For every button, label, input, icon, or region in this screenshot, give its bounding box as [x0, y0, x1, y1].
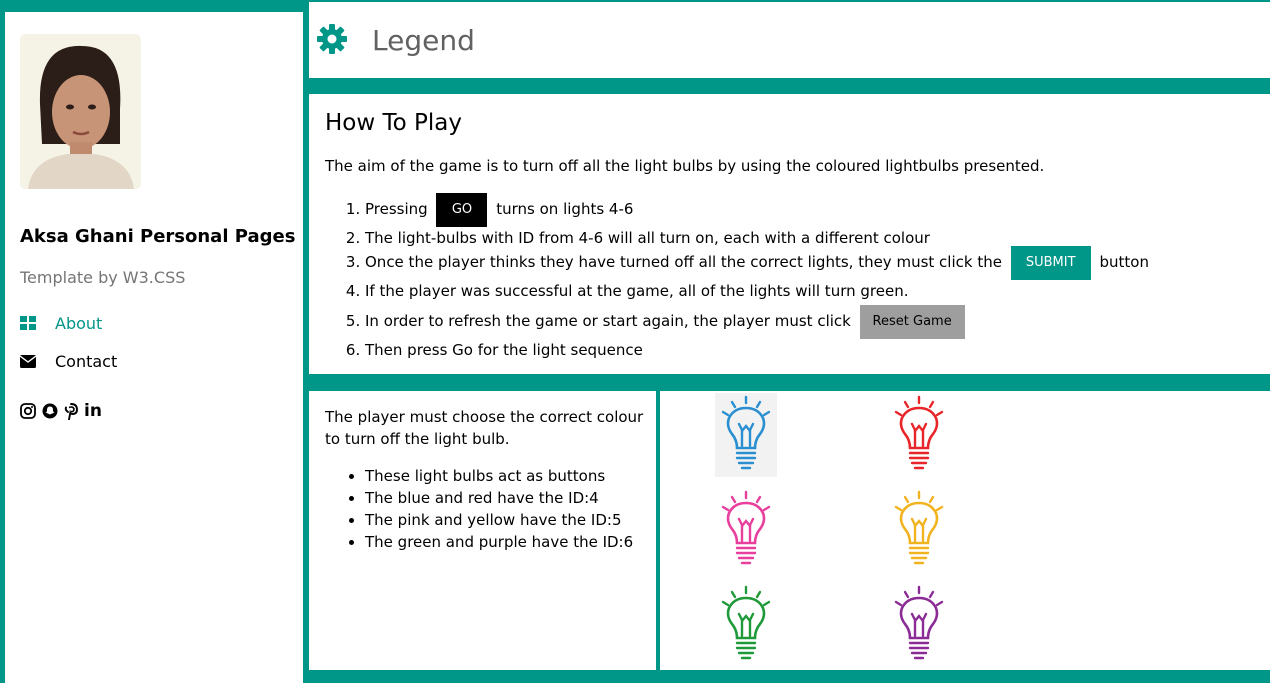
- light-bulb-panel: [660, 391, 1270, 670]
- how-to-play-panel: How To Play The aim of the game is to tu…: [309, 94, 1270, 374]
- gear-icon: [316, 23, 348, 55]
- snapchat-icon[interactable]: [42, 403, 58, 419]
- light-bulb-icon: [721, 395, 771, 470]
- nav-contact[interactable]: Contact: [20, 349, 117, 373]
- social-links: in: [20, 401, 102, 421]
- info-paragraph: The player must choose the correct colou…: [325, 408, 644, 448]
- nav-contact-label: Contact: [55, 351, 118, 371]
- reset-game-button[interactable]: Reset Game: [859, 304, 965, 339]
- step-text: button: [1099, 253, 1149, 271]
- list-item: The blue and red have the ID:4: [365, 487, 633, 509]
- instruction-step: Pressing GO turns on lights 4-6: [365, 192, 1265, 227]
- instruction-step: Then press Go for the light sequence: [365, 338, 1265, 362]
- pinterest-icon[interactable]: [64, 402, 78, 420]
- dashboard-icon: [20, 315, 40, 331]
- instruction-step: Once the player thinks they have turned …: [365, 245, 1265, 280]
- bulb-purple-button[interactable]: [888, 583, 950, 667]
- site-title: Aksa Ghani Personal Pages: [20, 226, 296, 247]
- page-title: Legend: [372, 24, 475, 57]
- light-bulb-icon: [894, 490, 944, 565]
- bulb-pink-button[interactable]: [715, 488, 777, 572]
- step-text: In order to refresh the game or start ag…: [365, 312, 851, 330]
- bulb-green-button[interactable]: [715, 583, 777, 667]
- instructions-list: Pressing GO turns on lights 4-6 The ligh…: [325, 192, 1265, 362]
- bulb-red-button[interactable]: [888, 393, 950, 477]
- linkedin-icon[interactable]: in: [84, 401, 102, 421]
- envelope-icon: [20, 353, 40, 369]
- light-bulb-icon: [894, 585, 944, 660]
- submit-button[interactable]: SUBMIT: [1010, 245, 1091, 280]
- step-text: Once the player thinks they have turned …: [365, 253, 1002, 271]
- bulb-blue-button[interactable]: [715, 393, 777, 477]
- instruction-step: In order to refresh the game or start ag…: [365, 304, 1265, 339]
- info-list: These light bulbs act as buttons The blu…: [325, 465, 633, 553]
- go-button[interactable]: GO: [436, 192, 488, 227]
- instagram-icon[interactable]: [20, 403, 36, 419]
- light-bulb-icon: [721, 490, 771, 565]
- how-to-play-heading: How To Play: [325, 110, 462, 136]
- bulb-yellow-button[interactable]: [888, 488, 950, 572]
- how-to-play-intro: The aim of the game is to turn off all t…: [325, 157, 1045, 175]
- instruction-step: If the player was successful at the game…: [365, 278, 1265, 304]
- nav-about-label: About: [55, 313, 103, 333]
- step-text: turns on lights 4-6: [496, 200, 634, 218]
- nav-about[interactable]: About: [20, 311, 102, 335]
- site-subtitle: Template by W3.CSS: [20, 268, 186, 287]
- page-header: Legend: [309, 2, 1270, 78]
- list-item: These light bulbs act as buttons: [365, 465, 633, 487]
- bulb-info-panel: The player must choose the correct colou…: [309, 391, 656, 670]
- avatar: [20, 34, 141, 189]
- list-item: The green and purple have the ID:6: [365, 531, 633, 553]
- step-text: Pressing: [365, 200, 428, 218]
- sidebar: Aksa Ghani Personal Pages Template by W3…: [5, 12, 303, 683]
- light-bulb-icon: [894, 395, 944, 470]
- list-item: The pink and yellow have the ID:5: [365, 509, 633, 531]
- light-bulb-icon: [721, 585, 771, 660]
